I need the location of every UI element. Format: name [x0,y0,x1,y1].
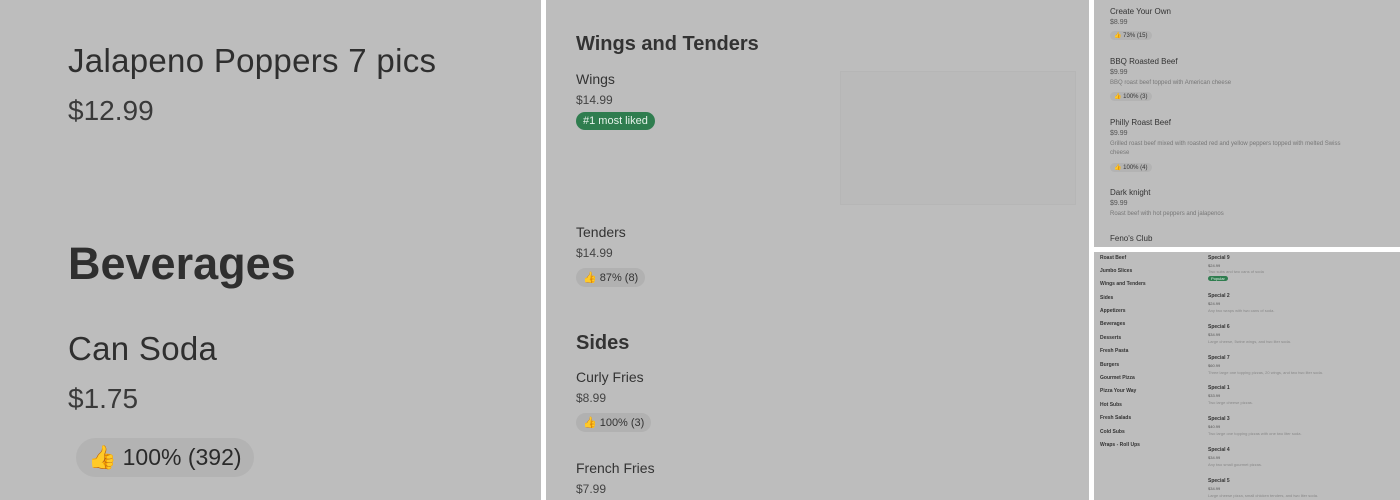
nav-item-cold-subs[interactable]: Cold Subs [1100,429,1125,435]
full-menu-panel: Roast Beef Jumbo Slices Wings and Tender… [1094,252,1400,500]
special-name[interactable]: Special 3 [1208,416,1230,422]
nav-item-fresh-pasta[interactable]: Fresh Pasta [1100,348,1128,354]
thumbs-up-icon: 👍 [1114,165,1122,171]
roast-beef-items-panel: Create Your Own $8.99 👍 73% (15) BBQ Roa… [1094,0,1400,247]
item-name-jalapeno-poppers[interactable]: Jalapeno Poppers 7 pics [68,42,436,80]
item-price: $9.99 [1110,200,1128,207]
thumbs-up-icon: 👍 [583,417,597,429]
item-price: $8.99 [576,391,607,405]
nav-item-desserts[interactable]: Desserts [1100,335,1121,341]
special-price: $33.99 [1208,393,1221,398]
item-name-curly-fries[interactable]: Curly Fries [576,369,644,385]
like-rating-badge: 👍 100% (4) [1110,163,1152,172]
special-name[interactable]: Special 4 [1208,447,1230,453]
item-name[interactable]: Feno's Club [1110,234,1152,243]
special-name[interactable]: Special 6 [1208,324,1230,330]
item-name[interactable]: BBQ Roasted Beef [1110,57,1178,66]
special-description: Two large one topping pizzas with one tw… [1208,431,1302,436]
special-description: Large cheese pizza, small chicken tender… [1208,493,1319,498]
special-price: $24.99 [1208,301,1221,306]
special-name[interactable]: Special 2 [1208,293,1230,299]
like-rating-badge: 👍 73% (15) [1110,31,1152,40]
nav-item-jumbo-slices[interactable]: Jumbo Slices [1100,268,1132,274]
nav-item-hot-subs[interactable]: Hot Subs [1100,402,1122,408]
item-price: $9.99 [1110,130,1128,137]
nav-item-burgers[interactable]: Burgers [1100,362,1119,368]
special-description: Two large cheese pizzas. [1208,400,1253,405]
like-rating-text: 100% (4) [1123,165,1148,171]
special-name[interactable]: Special 7 [1208,355,1230,361]
item-name-french-fries[interactable]: French Fries [576,460,655,476]
special-description: Large cheese, 5wine wings, and two liter… [1208,339,1291,344]
like-rating-badge: 👍 100% (392) [76,438,254,477]
nav-item-roast-beef[interactable]: Roast Beef [1100,255,1126,261]
thumbs-up-icon: 👍 [1114,33,1122,39]
item-description-cont: cheese [1110,150,1130,156]
item-price: $8.99 [1110,19,1128,26]
item-name-wings[interactable]: Wings [576,71,615,87]
item-description: BBQ roast beef topped with American chee… [1110,80,1232,86]
menu-section-panel: Wings and Tenders Wings $14.99 #1 most l… [546,0,1089,500]
special-name[interactable]: Special 1 [1208,385,1230,391]
nav-item-pizza-your-way[interactable]: Pizza Your Way [1100,388,1136,394]
item-description: Grilled roast beef mixed with roasted re… [1110,141,1341,147]
item-name[interactable]: Dark knight [1110,188,1150,197]
item-price: $12.99 [68,95,154,126]
section-title-beverages: Beverages [68,238,296,289]
nav-item-appetizers[interactable]: Appetizers [1100,308,1126,314]
zoomed-menu-panel: Jalapeno Poppers 7 pics $12.99 Beverages… [0,0,541,500]
item-price: $14.99 [576,93,613,107]
special-description: Two subs and two cans of soda [1208,269,1264,274]
section-title-sides: Sides [576,332,630,354]
popular-badge: Popular [1208,276,1228,281]
item-name-can-soda[interactable]: Can Soda [68,330,217,368]
special-name[interactable]: Special 5 [1208,478,1230,484]
like-rating-badge: 👍 87% (8) [576,268,646,287]
like-rating-text: 73% (15) [1123,33,1148,39]
like-rating-text: 87% (8) [599,271,639,284]
most-liked-badge: #1 most liked [576,112,655,130]
item-name[interactable]: Philly Roast Beef [1110,118,1171,127]
thumbs-up-icon: 👍 [1114,94,1122,100]
item-name[interactable]: Create Your Own [1110,7,1171,16]
nav-item-beverages[interactable]: Beverages [1100,321,1125,327]
item-name-tenders[interactable]: Tenders [576,224,626,240]
like-rating-text: 100% (3) [1123,94,1148,100]
like-rating-text: 100% (392) [122,444,242,470]
nav-item-wraps-roll-ups[interactable]: Wraps - Roll Ups [1100,442,1140,448]
special-price: $34.99 [1208,455,1221,460]
nav-item-gourmet-pizza[interactable]: Gourmet Pizza [1100,375,1135,381]
item-price: $9.99 [1110,69,1128,76]
thumbs-up-icon: 👍 [88,444,117,470]
section-title-wings-and-tenders: Wings and Tenders [576,33,759,55]
nav-item-fresh-salads[interactable]: Fresh Salads [1100,415,1131,421]
special-description: Any two small gourmet pizzas. [1208,462,1263,467]
item-price: $1.75 [68,383,139,414]
item-price: $7.99 [576,482,607,496]
nav-item-sides[interactable]: Sides [1100,295,1113,301]
special-price: $34.99 [1208,332,1221,337]
special-price: $24.99 [1208,263,1221,268]
like-rating-badge: 👍 100% (3) [576,413,652,432]
special-price: $34.99 [1208,486,1221,491]
special-price: $40.99 [1208,424,1221,429]
special-description: Three large one topping pizzas, 20 wings… [1208,370,1323,375]
item-image-placeholder[interactable] [840,71,1076,205]
special-description: Any two wraps with two cans of soda. [1208,308,1275,313]
item-price: $14.99 [576,246,613,260]
item-description: Roast beef with hot peppers and jalapeno… [1110,211,1224,217]
like-rating-text: 100% (3) [599,416,645,429]
special-price: $60.99 [1208,363,1221,368]
thumbs-up-icon: 👍 [583,272,597,284]
like-rating-badge: 👍 100% (3) [1110,92,1152,101]
special-name[interactable]: Special 9 [1208,255,1230,261]
nav-item-wings-and-tenders[interactable]: Wings and Tenders [1100,281,1146,287]
